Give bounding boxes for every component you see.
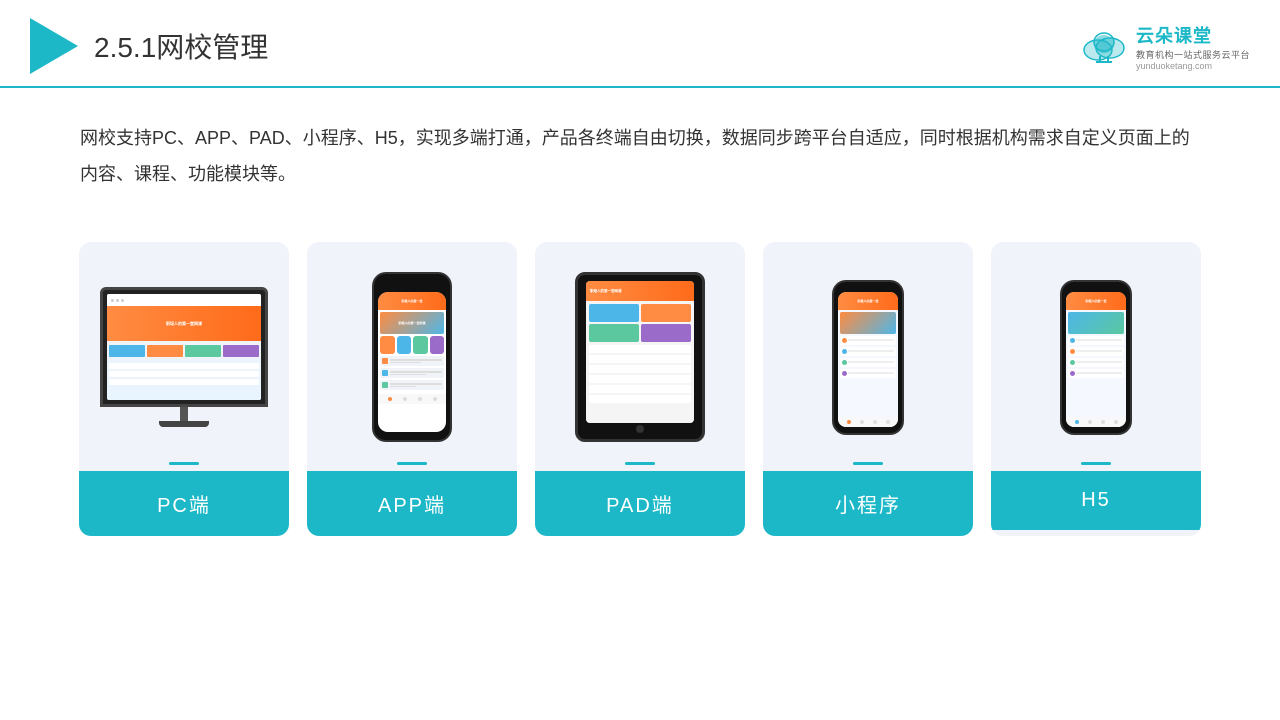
mini-phone-miniprogram: 职培人的第一堂 bbox=[832, 280, 904, 435]
card-miniprogram: 职培人的第一堂 bbox=[763, 242, 973, 536]
title-prefix: 2.5.1 bbox=[94, 32, 156, 63]
card-pad-image: 职培人的第一堂网课 bbox=[535, 242, 745, 462]
page-title: 2.5.1网校管理 bbox=[94, 26, 268, 66]
card-pad-divider bbox=[625, 462, 655, 465]
brand-tagline: 教育机构一站式服务云平台 bbox=[1136, 48, 1250, 61]
card-h5-label: H5 bbox=[991, 471, 1201, 530]
header-left: 2.5.1网校管理 bbox=[30, 18, 268, 74]
card-miniprogram-image: 职培人的第一堂 bbox=[763, 242, 973, 462]
card-miniprogram-divider bbox=[853, 462, 883, 465]
card-h5: 职培人的第一堂 bbox=[991, 242, 1201, 536]
cloud-icon bbox=[1078, 28, 1130, 64]
card-app-image: 职培人的第一堂 职培人的第一堂网课 bbox=[307, 242, 517, 462]
card-app-divider bbox=[397, 462, 427, 465]
card-pc: 职培人的第一堂网课 bbox=[79, 242, 289, 536]
description-text: 网校支持PC、APP、PAD、小程序、H5，实现多端打通，产品各终端自由切换，数… bbox=[80, 120, 1200, 192]
brand-name: 云朵课堂 bbox=[1136, 22, 1212, 48]
card-pc-divider bbox=[169, 462, 199, 465]
card-pc-label: PC端 bbox=[79, 471, 289, 536]
description-section: 网校支持PC、APP、PAD、小程序、H5，实现多端打通，产品各终端自由切换，数… bbox=[0, 88, 1280, 212]
card-pad: 职培人的第一堂网课 bbox=[535, 242, 745, 536]
card-pad-label: PAD端 bbox=[535, 471, 745, 536]
header: 2.5.1网校管理 云朵课堂 教育机构一站式服务云平台 yunduoketang… bbox=[0, 0, 1280, 88]
card-h5-image: 职培人的第一堂 bbox=[991, 242, 1201, 462]
cards-container: 职培人的第一堂网课 bbox=[0, 222, 1280, 566]
card-app: 职培人的第一堂 职培人的第一堂网课 bbox=[307, 242, 517, 536]
brand-text: 云朵课堂 教育机构一站式服务云平台 yunduoketang.com bbox=[1136, 22, 1250, 71]
logo-triangle-icon bbox=[30, 18, 78, 74]
pc-monitor-icon: 职培人的第一堂网课 bbox=[99, 287, 269, 427]
card-app-label: APP端 bbox=[307, 471, 517, 536]
card-h5-divider bbox=[1081, 462, 1111, 465]
card-miniprogram-label: 小程序 bbox=[763, 471, 973, 536]
title-main: 网校管理 bbox=[156, 32, 268, 63]
cloud-logo: 云朵课堂 教育机构一站式服务云平台 yunduoketang.com bbox=[1078, 22, 1250, 71]
phone-mockup-app: 职培人的第一堂 职培人的第一堂网课 bbox=[372, 272, 452, 442]
tablet-mockup-icon: 职培人的第一堂网课 bbox=[575, 272, 705, 442]
mini-phone-h5: 职培人的第一堂 bbox=[1060, 280, 1132, 435]
header-right: 云朵课堂 教育机构一站式服务云平台 yunduoketang.com bbox=[1078, 22, 1250, 71]
brand-url: yunduoketang.com bbox=[1136, 61, 1212, 71]
card-pc-image: 职培人的第一堂网课 bbox=[79, 242, 289, 462]
